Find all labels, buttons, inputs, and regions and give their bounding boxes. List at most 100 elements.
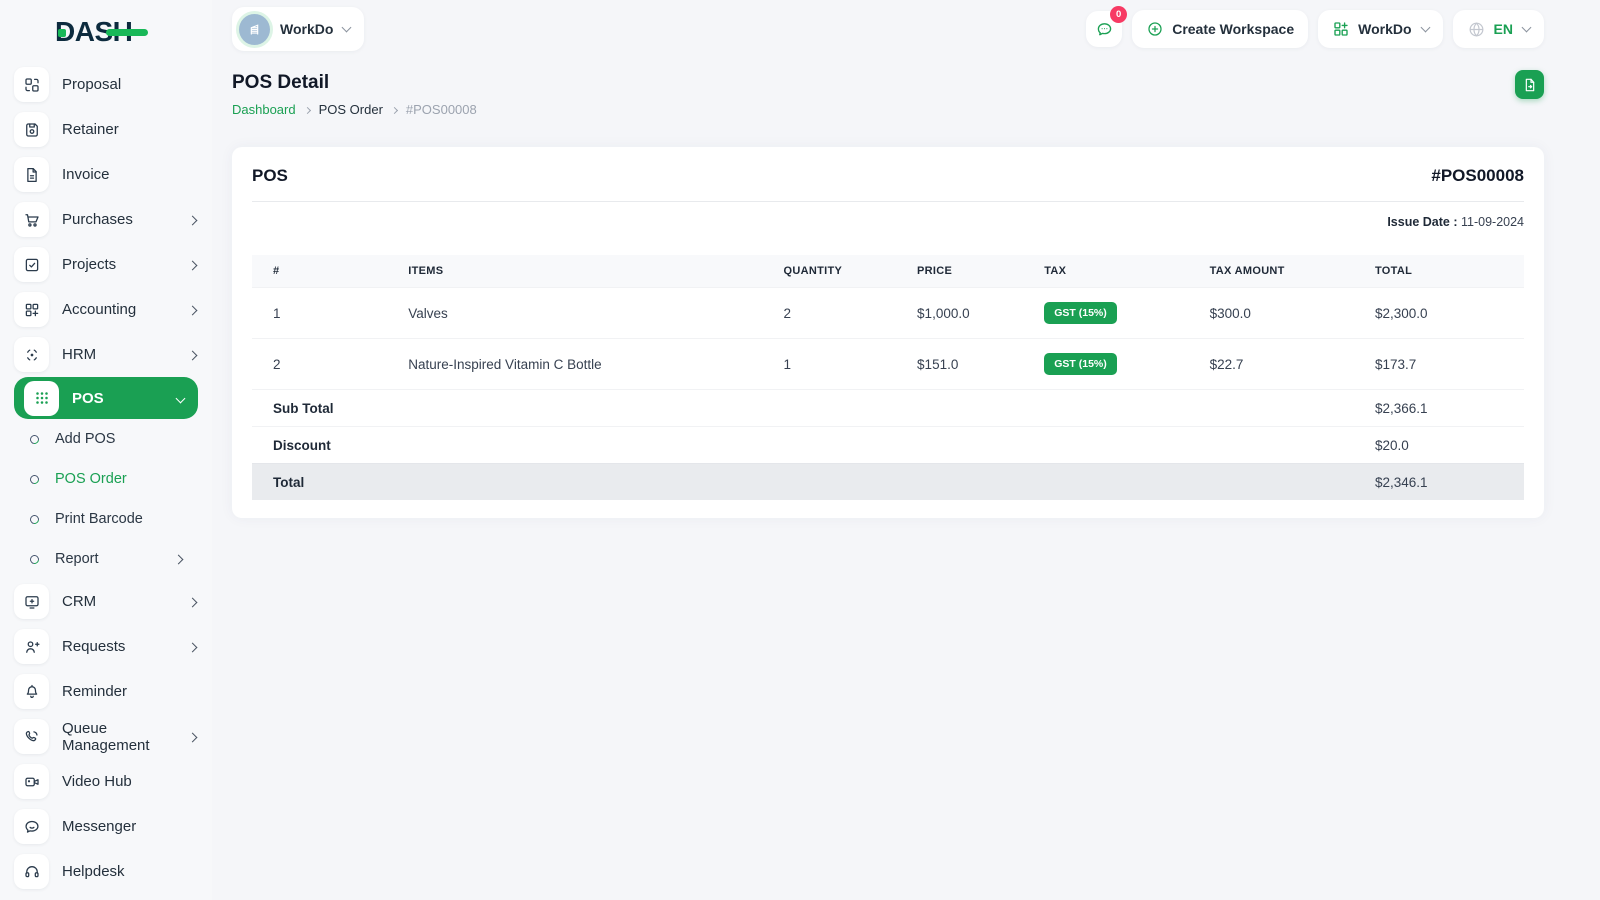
sidebar-item-proposal[interactable]: Proposal (0, 62, 212, 107)
sidebar-subitem-add-pos[interactable]: Add POS (0, 419, 212, 459)
breadcrumb-pos-order[interactable]: POS Order (319, 102, 383, 117)
phone-icon (14, 719, 49, 754)
sidebar-item-label: Accounting (62, 301, 137, 318)
sidebar-item-messenger[interactable]: Messenger (0, 804, 212, 849)
sidebar-item-purchases[interactable]: Purchases (0, 197, 212, 242)
chevron-down-icon (1521, 22, 1532, 33)
sidebar-subitem-label: Report (55, 551, 99, 567)
sidebar-item-label: Queue Management (62, 719, 150, 754)
cell-tax: GST (15%) (1034, 288, 1199, 339)
sidebar-item-queue-management[interactable]: Queue Management (0, 714, 212, 759)
sidebar-subitem-pos-order[interactable]: POS Order (0, 459, 212, 499)
col-number: # (273, 265, 280, 277)
workspace-switcher[interactable]: WorkDo (232, 7, 365, 51)
chevron-right-icon (187, 593, 198, 611)
cell-total: $2,300.0 (1374, 305, 1428, 321)
grid-plus-icon (1334, 22, 1348, 36)
sidebar-subitem-print-barcode[interactable]: Print Barcode (0, 499, 212, 539)
sidebar-item-crm[interactable]: CRM (0, 579, 212, 624)
sidebar-item-invoice[interactable]: Invoice (0, 152, 212, 197)
grid-plus-icon (14, 292, 49, 327)
app-menu-button[interactable]: WorkDo (1318, 10, 1443, 48)
chevron-right-icon (187, 301, 198, 319)
discount-label: Discount (273, 437, 331, 453)
sidebar-subitem-label: POS Order (55, 471, 127, 487)
breadcrumb-dashboard[interactable]: Dashboard (232, 102, 296, 117)
sidebar-item-label: POS (72, 389, 104, 407)
table-header-row: # ITEMS QUANTITY PRICE TAX TAX AMOUNT TO… (252, 255, 1524, 288)
main-area: WorkDo 0 Create Workspace WorkDo EN POS … (212, 0, 1600, 518)
monitor-plus-icon (14, 584, 49, 619)
col-total: TOTAL (1374, 265, 1413, 277)
chevron-down-icon (341, 22, 352, 33)
subtotal-row: Sub Total $2,366.1 (252, 389, 1524, 427)
sidebar-item-label: Projects (62, 256, 117, 273)
sidebar-item-projects[interactable]: Projects (0, 242, 212, 287)
card-title: POS (252, 166, 288, 185)
total-row: Total $2,346.1 (252, 463, 1524, 500)
chat-icon (14, 809, 49, 844)
sidebar-item-requests[interactable]: Requests (0, 624, 212, 669)
language-selector[interactable]: EN (1452, 10, 1544, 48)
globe-icon (1469, 21, 1483, 37)
sidebar-item-label: Retainer (62, 121, 119, 138)
sidebar-item-pos[interactable]: POS (14, 377, 198, 419)
col-tax: TAX (1044, 265, 1067, 277)
sidebar-item-label: Reminder (62, 683, 128, 700)
pos-items-table: # ITEMS QUANTITY PRICE TAX TAX AMOUNT TO… (252, 255, 1524, 500)
workspace-avatar (239, 13, 270, 45)
col-items: ITEMS (408, 265, 444, 277)
topbar: WorkDo 0 Create Workspace WorkDo EN (232, 0, 1544, 58)
messages-button[interactable]: 0 (1086, 6, 1128, 47)
plus-circle-icon (1148, 22, 1162, 36)
invoice-icon (14, 157, 49, 192)
chevron-right-icon (390, 106, 398, 114)
sidebar-item-retainer[interactable]: Retainer (0, 107, 212, 152)
messages-badge: 0 (1110, 6, 1128, 23)
message-circle-icon (1097, 22, 1111, 35)
card-header: POS #POS00008 (252, 147, 1524, 202)
discount-value: $20.0 (1374, 437, 1409, 453)
workspace-name: WorkDo (280, 21, 334, 37)
subtotal-value: $2,366.1 (1374, 400, 1428, 416)
chevron-right-icon (187, 211, 198, 229)
discount-row: Discount $20.0 (252, 426, 1524, 464)
sidebar-item-hrm[interactable]: HRM (0, 332, 212, 377)
sidebar-subitem-label: Print Barcode (55, 511, 143, 527)
cell-price: $151.0 (917, 356, 959, 372)
proposal-icon (14, 67, 49, 102)
dash-logo[interactable]: DASH (55, 16, 149, 48)
video-icon (14, 764, 49, 799)
issue-date-row: Issue Date : 11-09-2024 (252, 215, 1524, 229)
sidebar-subitem-report[interactable]: Report (0, 539, 212, 579)
sidebar-item-accounting[interactable]: Accounting (0, 287, 212, 332)
pos-detail-card: POS #POS00008 Issue Date : 11-09-2024 # … (232, 147, 1544, 518)
chevron-right-icon (173, 551, 184, 567)
chevron-right-icon (303, 106, 311, 114)
sidebar-item-video-hub[interactable]: Video Hub (0, 759, 212, 804)
headset-icon (14, 854, 49, 889)
chevron-right-icon (187, 728, 198, 746)
cell-quantity: 1 (783, 356, 792, 372)
cart-icon (14, 202, 49, 237)
logo-accent-dot (58, 29, 66, 37)
chevron-right-icon (187, 346, 198, 364)
sidebar-item-helpdesk[interactable]: Helpdesk (0, 849, 212, 894)
issue-date-value: 11-09-2024 (1460, 215, 1524, 229)
cell-tax-amount: $22.7 (1209, 356, 1244, 372)
chevron-down-icon (1420, 22, 1430, 33)
bullet-icon (28, 432, 41, 446)
sidebar-item-label: Messenger (62, 818, 137, 835)
subtotal-label: Sub Total (273, 400, 334, 416)
sidebar-item-reminder[interactable]: Reminder (0, 669, 212, 714)
sidebar-item-label: Requests (62, 638, 126, 655)
create-workspace-button[interactable]: Create Workspace (1132, 10, 1309, 48)
cell-total: $173.7 (1374, 356, 1417, 372)
sidebar-item-label: HRM (62, 346, 97, 363)
breadcrumb-current: #POS00008 (405, 102, 477, 117)
sidebar-menu: Proposal Retainer Invoice Purchases Proj… (0, 62, 212, 894)
issue-date-label: Issue Date : (1387, 215, 1458, 229)
cell-number: 2 (273, 356, 281, 372)
export-pos-button[interactable] (1515, 70, 1544, 99)
target-icon (14, 337, 49, 372)
